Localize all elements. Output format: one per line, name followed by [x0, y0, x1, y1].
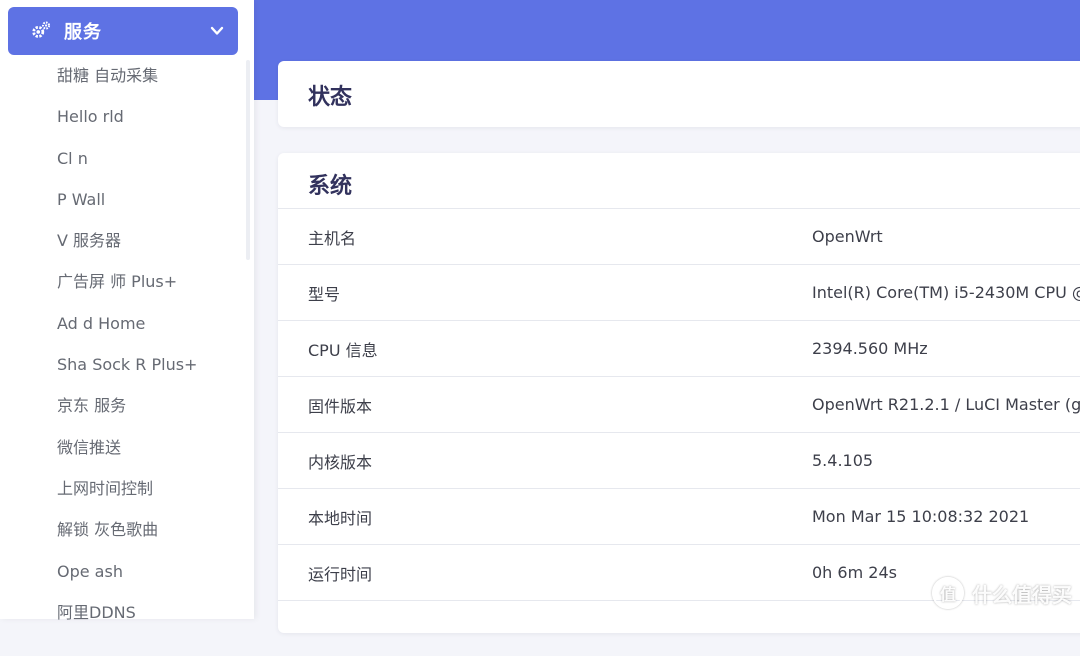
watermark: 值 什么值得买	[932, 577, 1072, 609]
watermark-logo-icon: 值	[932, 577, 964, 609]
row-key: 主机名	[308, 228, 357, 248]
sidebar-item[interactable]: 广告屏 师 Plus+	[0, 261, 254, 302]
sidebar-item[interactable]: V 服务器	[0, 220, 254, 261]
sidebar-group-label: 服务	[64, 22, 102, 43]
chevron-down-icon[interactable]	[210, 24, 224, 38]
table-row: 型号 Intel(R) Core(TM) i5-2430M CPU @	[278, 264, 1080, 320]
row-value: OpenWrt	[812, 227, 883, 246]
row-value: 2394.560 MHz	[812, 339, 928, 358]
page-title: 状态	[308, 85, 353, 110]
sidebar-item[interactable]: 解锁 灰色歌曲	[0, 509, 254, 550]
sidebar-submenu: 甜糖 自动采集 Hello rld Cl n P Wall V 服务器 广告屏 …	[0, 55, 254, 633]
watermark-text: 什么值得买	[972, 582, 1072, 607]
sidebar-group-services[interactable]: 服务	[8, 7, 238, 55]
sidebar-item[interactable]: 微信推送	[0, 427, 254, 468]
row-key: 型号	[308, 284, 341, 304]
sidebar-item[interactable]: 甜糖 自动采集	[0, 55, 254, 96]
table-row: CPU 信息 2394.560 MHz	[278, 320, 1080, 376]
row-value: 5.4.105	[812, 451, 874, 470]
row-key: CPU 信息	[308, 340, 378, 360]
sidebar-item[interactable]: 阿里DDNS	[0, 592, 254, 633]
row-key: 内核版本	[308, 452, 373, 472]
row-value: 0h 6m 24s	[812, 563, 897, 582]
row-key: 固件版本	[308, 396, 373, 416]
row-value: Mon Mar 15 10:08:32 2021	[812, 507, 1030, 526]
row-key: 本地时间	[308, 508, 373, 528]
row-key: 运行时间	[308, 564, 373, 584]
sidebar-item[interactable]: Cl n	[0, 138, 254, 179]
table-row: 主机名 OpenWrt	[278, 208, 1080, 264]
sidebar: 服务 甜糖 自动采集 Hello rld Cl n P Wall V 服务器 广…	[0, 0, 254, 622]
table-row: 本地时间 Mon Mar 15 10:08:32 2021	[278, 488, 1080, 544]
table-row: 内核版本 5.4.105	[278, 432, 1080, 488]
row-value: Intel(R) Core(TM) i5-2430M CPU @	[812, 283, 1080, 302]
sidebar-item[interactable]: 京东 服务	[0, 385, 254, 426]
sidebar-scrollbar[interactable]	[246, 60, 250, 260]
sidebar-item[interactable]: Hello rld	[0, 96, 254, 137]
table-row: 固件版本 OpenWrt R21.2.1 / LuCI Master (git-	[278, 376, 1080, 432]
system-card: 系统 主机名 OpenWrt 型号 Intel(R) Core(TM) i5-2…	[278, 153, 1080, 633]
sidebar-item[interactable]: P Wall	[0, 179, 254, 220]
section-title: 系统	[308, 174, 353, 199]
status-card: 状态	[278, 61, 1080, 127]
row-value: OpenWrt R21.2.1 / LuCI Master (git-	[812, 395, 1080, 414]
sidebar-item[interactable]: Ope ash	[0, 551, 254, 592]
sidebar-item[interactable]: Ad d Home	[0, 303, 254, 344]
sidebar-item[interactable]: 上网时间控制	[0, 468, 254, 509]
sidebar-item[interactable]: Sha Sock R Plus+	[0, 344, 254, 385]
gears-icon	[32, 21, 51, 38]
